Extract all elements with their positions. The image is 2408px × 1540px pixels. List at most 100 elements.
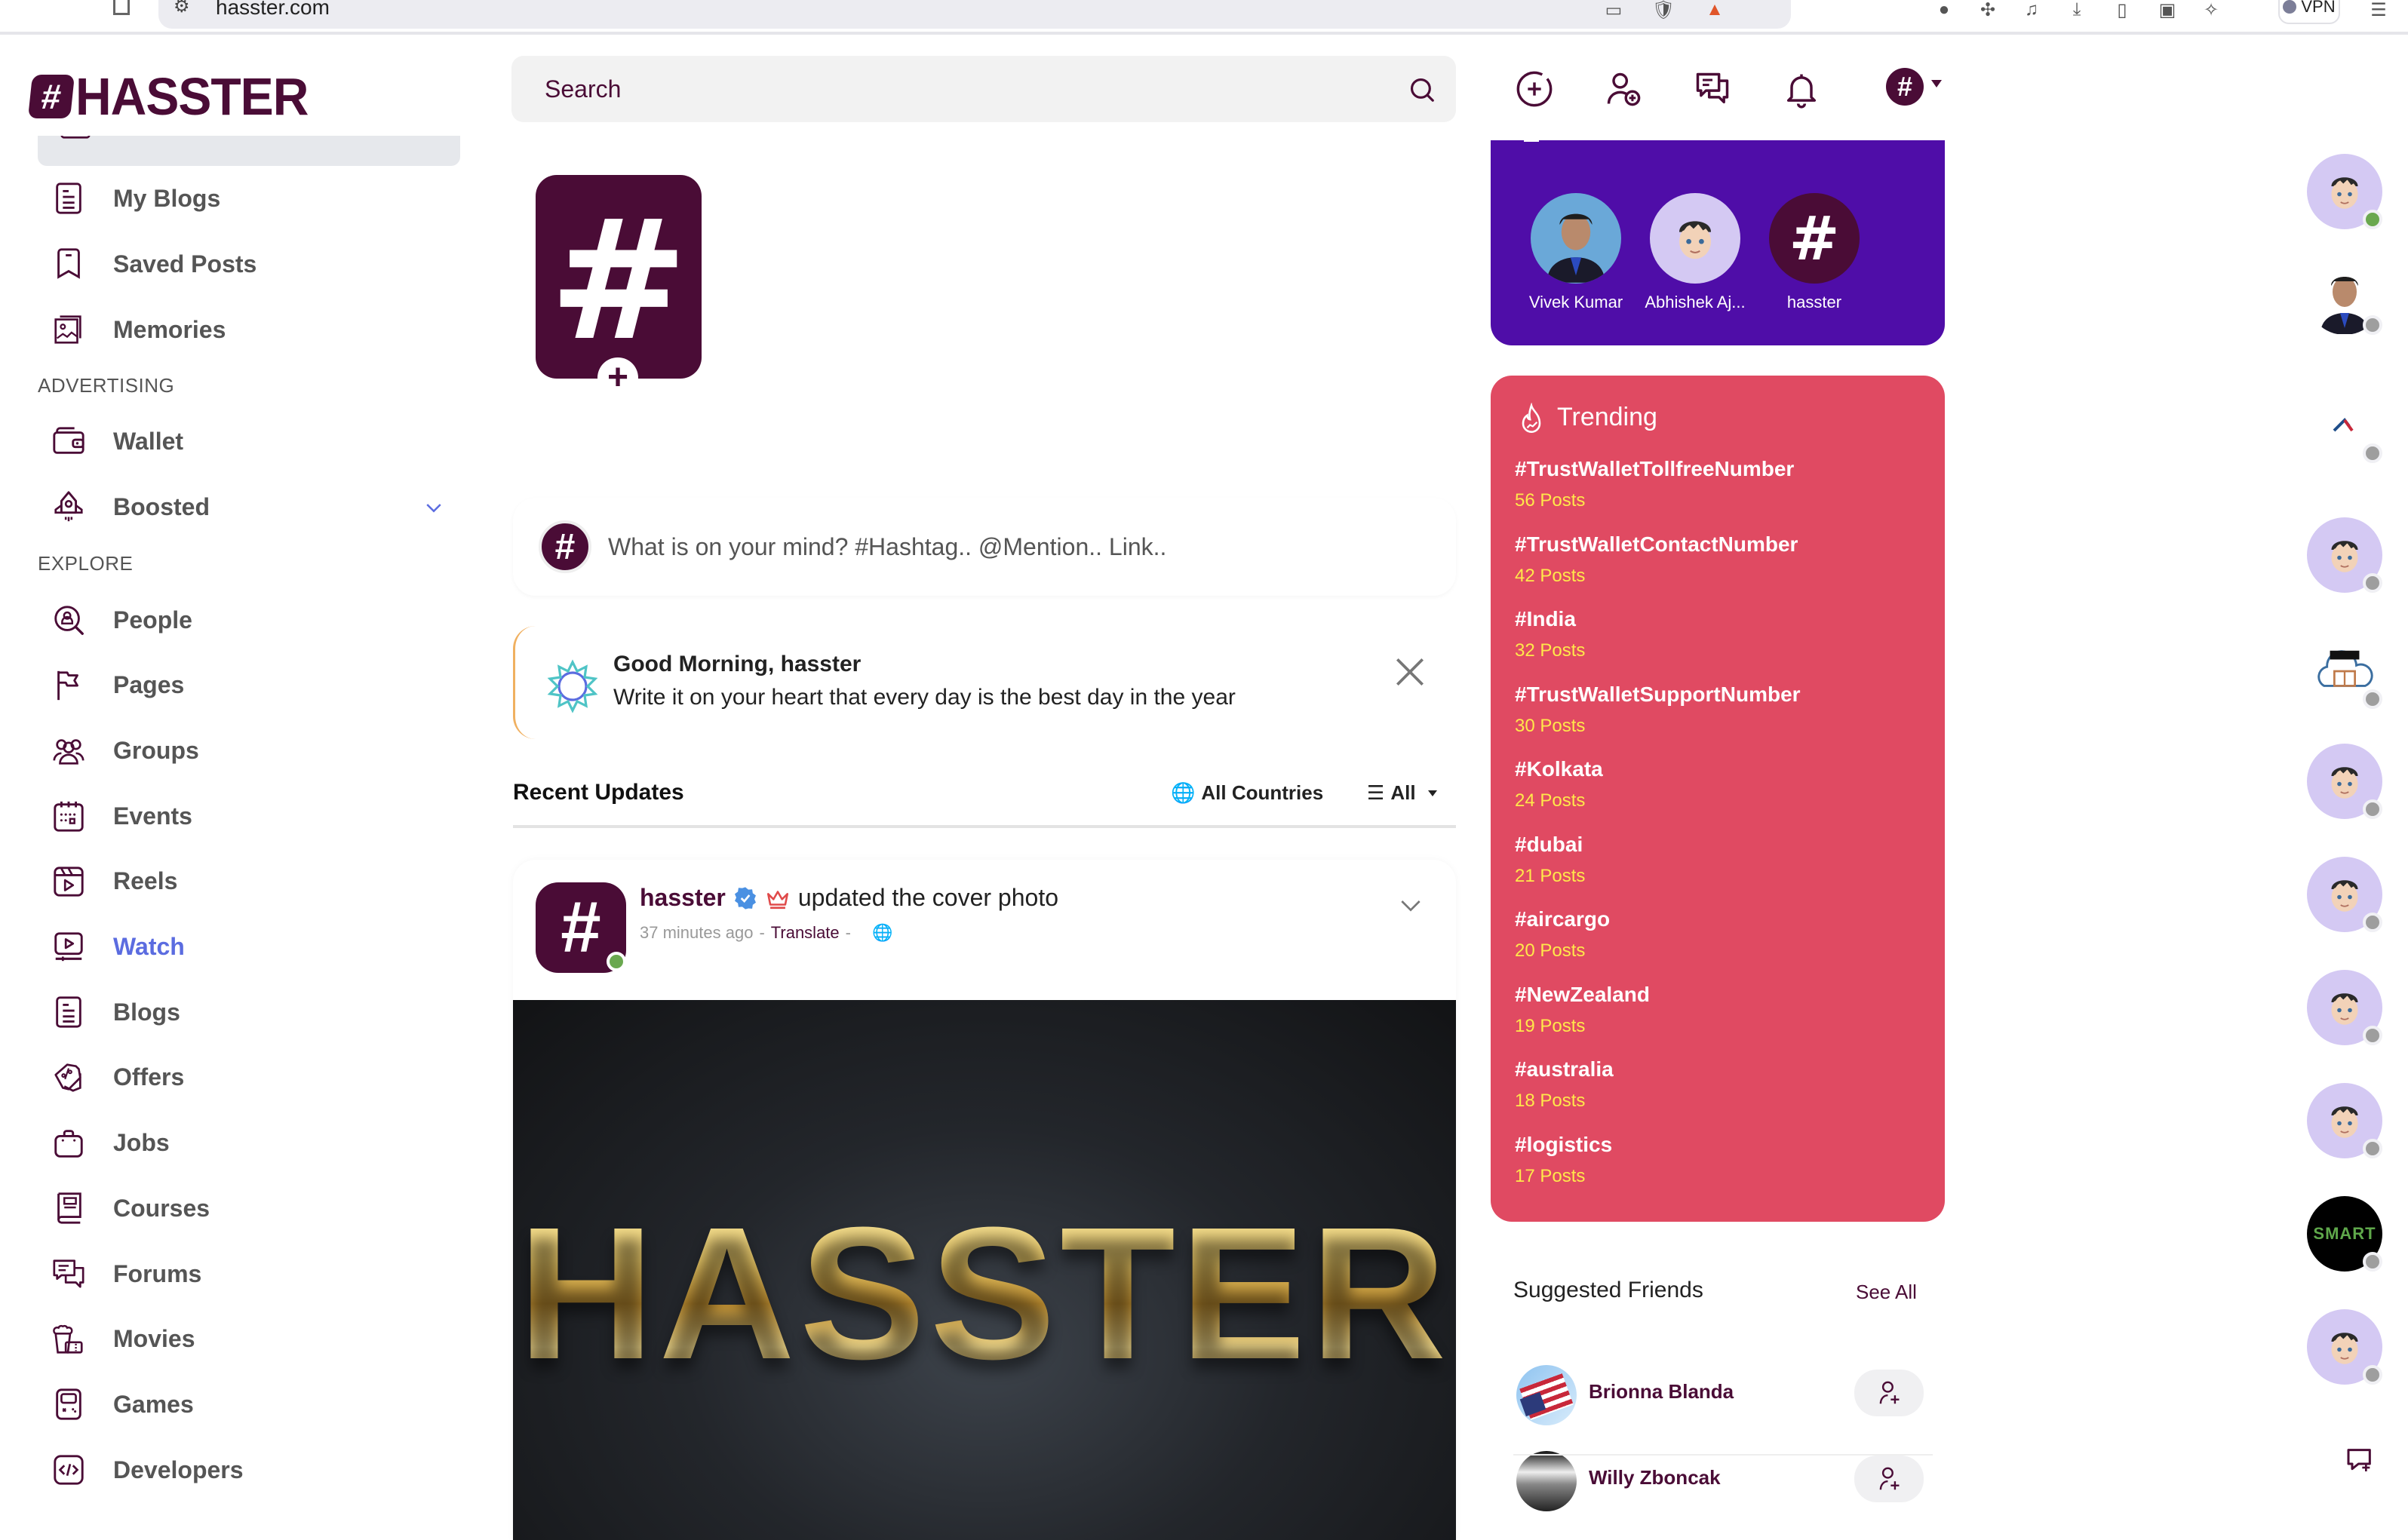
- chat-contact[interactable]: [2307, 259, 2382, 335]
- online-friend[interactable]: Abhishek Aj...: [1631, 193, 1759, 312]
- menu-icon[interactable]: [1524, 136, 1539, 142]
- type-filter-button[interactable]: ☰ All: [1367, 781, 1437, 805]
- trending-item[interactable]: #aircargo 20 Posts: [1515, 907, 1610, 962]
- wallet-ext-icon[interactable]: ▣: [2155, 0, 2180, 20]
- country-filter-button[interactable]: 🌐 All Countries: [1171, 781, 1323, 805]
- trending-tag[interactable]: #Kolkata: [1515, 757, 1603, 781]
- search-icon[interactable]: [1408, 75, 1436, 104]
- new-chat-icon[interactable]: [2345, 1445, 2375, 1475]
- sidebar-item-my-blogs[interactable]: My Blogs: [50, 172, 472, 225]
- sidebar-item-memories[interactable]: Memories: [50, 303, 472, 356]
- sidebar-item-events[interactable]: Events: [50, 790, 472, 842]
- create-story-card[interactable]: # +: [536, 175, 702, 415]
- notifications-button[interactable]: [1779, 66, 1824, 112]
- sidebar-item-boosted[interactable]: Boosted: [50, 480, 472, 533]
- chat-contact[interactable]: [2307, 857, 2382, 932]
- suggested-friend-name[interactable]: Willy Zboncak: [1589, 1466, 1721, 1489]
- trending-item[interactable]: #Kolkata 24 Posts: [1515, 757, 1603, 811]
- trending-tag[interactable]: #aircargo: [1515, 907, 1610, 931]
- suggested-friend-name[interactable]: Brionna Blanda: [1589, 1380, 1734, 1403]
- chat-contact[interactable]: [2307, 1083, 2382, 1158]
- trending-item[interactable]: #australia 18 Posts: [1515, 1057, 1614, 1112]
- sidebar-item-jobs[interactable]: Jobs: [50, 1117, 472, 1170]
- close-icon[interactable]: [1391, 653, 1429, 691]
- friend-requests-button[interactable]: [1601, 66, 1646, 112]
- vpn-button[interactable]: VPN: [2278, 0, 2340, 24]
- trending-tag[interactable]: #TrustWalletContactNumber: [1515, 532, 1798, 557]
- post-time[interactable]: 37 minutes ago: [640, 923, 753, 943]
- brave-shield-icon[interactable]: 🛡: [1651, 0, 1676, 20]
- trending-item[interactable]: #NewZealand 19 Posts: [1515, 983, 1650, 1037]
- site-logo[interactable]: # HASSTER: [27, 67, 309, 126]
- menu-icon[interactable]: ☰: [2366, 0, 2391, 20]
- ai-sparkle-icon[interactable]: ✧: [2198, 0, 2224, 20]
- chat-contact[interactable]: [2307, 517, 2382, 593]
- chevron-down-icon[interactable]: [422, 497, 445, 520]
- trending-tag[interactable]: #logistics: [1515, 1133, 1612, 1157]
- chat-contact[interactable]: [2307, 970, 2382, 1045]
- chat-contact[interactable]: SMART: [2307, 1196, 2382, 1272]
- trending-tag[interactable]: #TrustWalletSupportNumber: [1515, 683, 1801, 707]
- leo-icon[interactable]: ●: [1931, 0, 1957, 20]
- trending-tag[interactable]: #India: [1515, 607, 1585, 631]
- suggested-friend-avatar[interactable]: [1516, 1451, 1577, 1511]
- downloads-icon[interactable]: ⤓: [2064, 0, 2090, 20]
- account-avatar[interactable]: #: [1886, 68, 1924, 106]
- trending-tag[interactable]: #dubai: [1515, 833, 1585, 857]
- sidebar-item-wallet[interactable]: Wallet: [50, 415, 472, 468]
- extensions-icon[interactable]: ✣: [1975, 0, 2001, 20]
- sidebar-item-games[interactable]: Games: [50, 1378, 472, 1431]
- add-friend-button[interactable]: [1854, 1456, 1924, 1502]
- trending-item[interactable]: #TrustWalletSupportNumber 30 Posts: [1515, 683, 1801, 737]
- trending-tag[interactable]: #NewZealand: [1515, 983, 1650, 1007]
- sidebar-item-blogs[interactable]: Blogs: [50, 986, 472, 1038]
- sidebar-item-groups[interactable]: Groups: [50, 724, 472, 777]
- url-text[interactable]: hasster.com: [216, 0, 330, 20]
- rewards-icon[interactable]: ▲: [1702, 0, 1728, 20]
- add-story-icon[interactable]: +: [597, 357, 638, 398]
- sidebar-item-reels[interactable]: Reels: [50, 855, 472, 908]
- create-button[interactable]: [1512, 66, 1557, 112]
- cover-photo[interactable]: HASSTER: [513, 1000, 1456, 1540]
- share-icon[interactable]: ▭: [1601, 0, 1626, 20]
- trending-item[interactable]: #India 32 Posts: [1515, 607, 1585, 661]
- translate-link[interactable]: Translate: [771, 923, 840, 943]
- chat-contact[interactable]: [2307, 633, 2382, 709]
- trending-item[interactable]: #logistics 17 Posts: [1515, 1133, 1612, 1187]
- media-icon[interactable]: ♫: [2019, 0, 2044, 20]
- address-bar[interactable]: [158, 0, 1791, 29]
- suggested-friend-avatar[interactable]: [1516, 1365, 1577, 1425]
- sidebar-item-movies[interactable]: Movies: [50, 1313, 472, 1366]
- chat-contact[interactable]: [2307, 1309, 2382, 1385]
- sidebar-item-watch[interactable]: Watch: [50, 921, 472, 974]
- sidebar-item-developers[interactable]: Developers: [50, 1443, 472, 1496]
- sidebar-item-news-feed[interactable]: [38, 136, 460, 166]
- sidebar-item-courses[interactable]: Courses: [50, 1182, 472, 1235]
- sidebar-toggle-icon[interactable]: ▯: [2109, 0, 2135, 20]
- see-all-link[interactable]: See All: [1856, 1281, 1917, 1304]
- chat-contact[interactable]: [2307, 744, 2382, 819]
- sidebar-item-pages[interactable]: Pages: [50, 659, 472, 712]
- composer-input[interactable]: [608, 520, 1408, 573]
- add-friend-button[interactable]: [1854, 1370, 1924, 1416]
- account-menu-caret-icon[interactable]: [1931, 80, 1942, 87]
- sidebar-item-offers[interactable]: Offers: [50, 1051, 472, 1104]
- trending-tag[interactable]: #TrustWalletTollfreeNumber: [1515, 457, 1794, 481]
- search-input[interactable]: [545, 56, 1374, 122]
- chat-contact[interactable]: [2307, 154, 2382, 229]
- trending-item[interactable]: #TrustWalletContactNumber 42 Posts: [1515, 532, 1798, 587]
- post-author-name[interactable]: hasster: [640, 884, 726, 912]
- online-friend[interactable]: # hasster: [1750, 193, 1878, 312]
- trending-tag[interactable]: #australia: [1515, 1057, 1614, 1081]
- trending-item[interactable]: #TrustWalletTollfreeNumber 56 Posts: [1515, 457, 1794, 511]
- bookmark-icon[interactable]: [113, 0, 130, 15]
- sidebar-item-saved-posts[interactable]: Saved Posts: [50, 238, 472, 290]
- online-friend[interactable]: Vivek Kumar: [1512, 193, 1640, 312]
- site-settings-icon[interactable]: ⚙: [174, 0, 190, 17]
- search-bar[interactable]: [511, 56, 1456, 122]
- trending-item[interactable]: #dubai 21 Posts: [1515, 833, 1585, 887]
- messages-button[interactable]: [1690, 66, 1735, 112]
- sidebar-item-forums[interactable]: Forums: [50, 1247, 472, 1300]
- chat-contact[interactable]: [2307, 388, 2382, 463]
- sidebar-item-people[interactable]: People: [50, 594, 472, 646]
